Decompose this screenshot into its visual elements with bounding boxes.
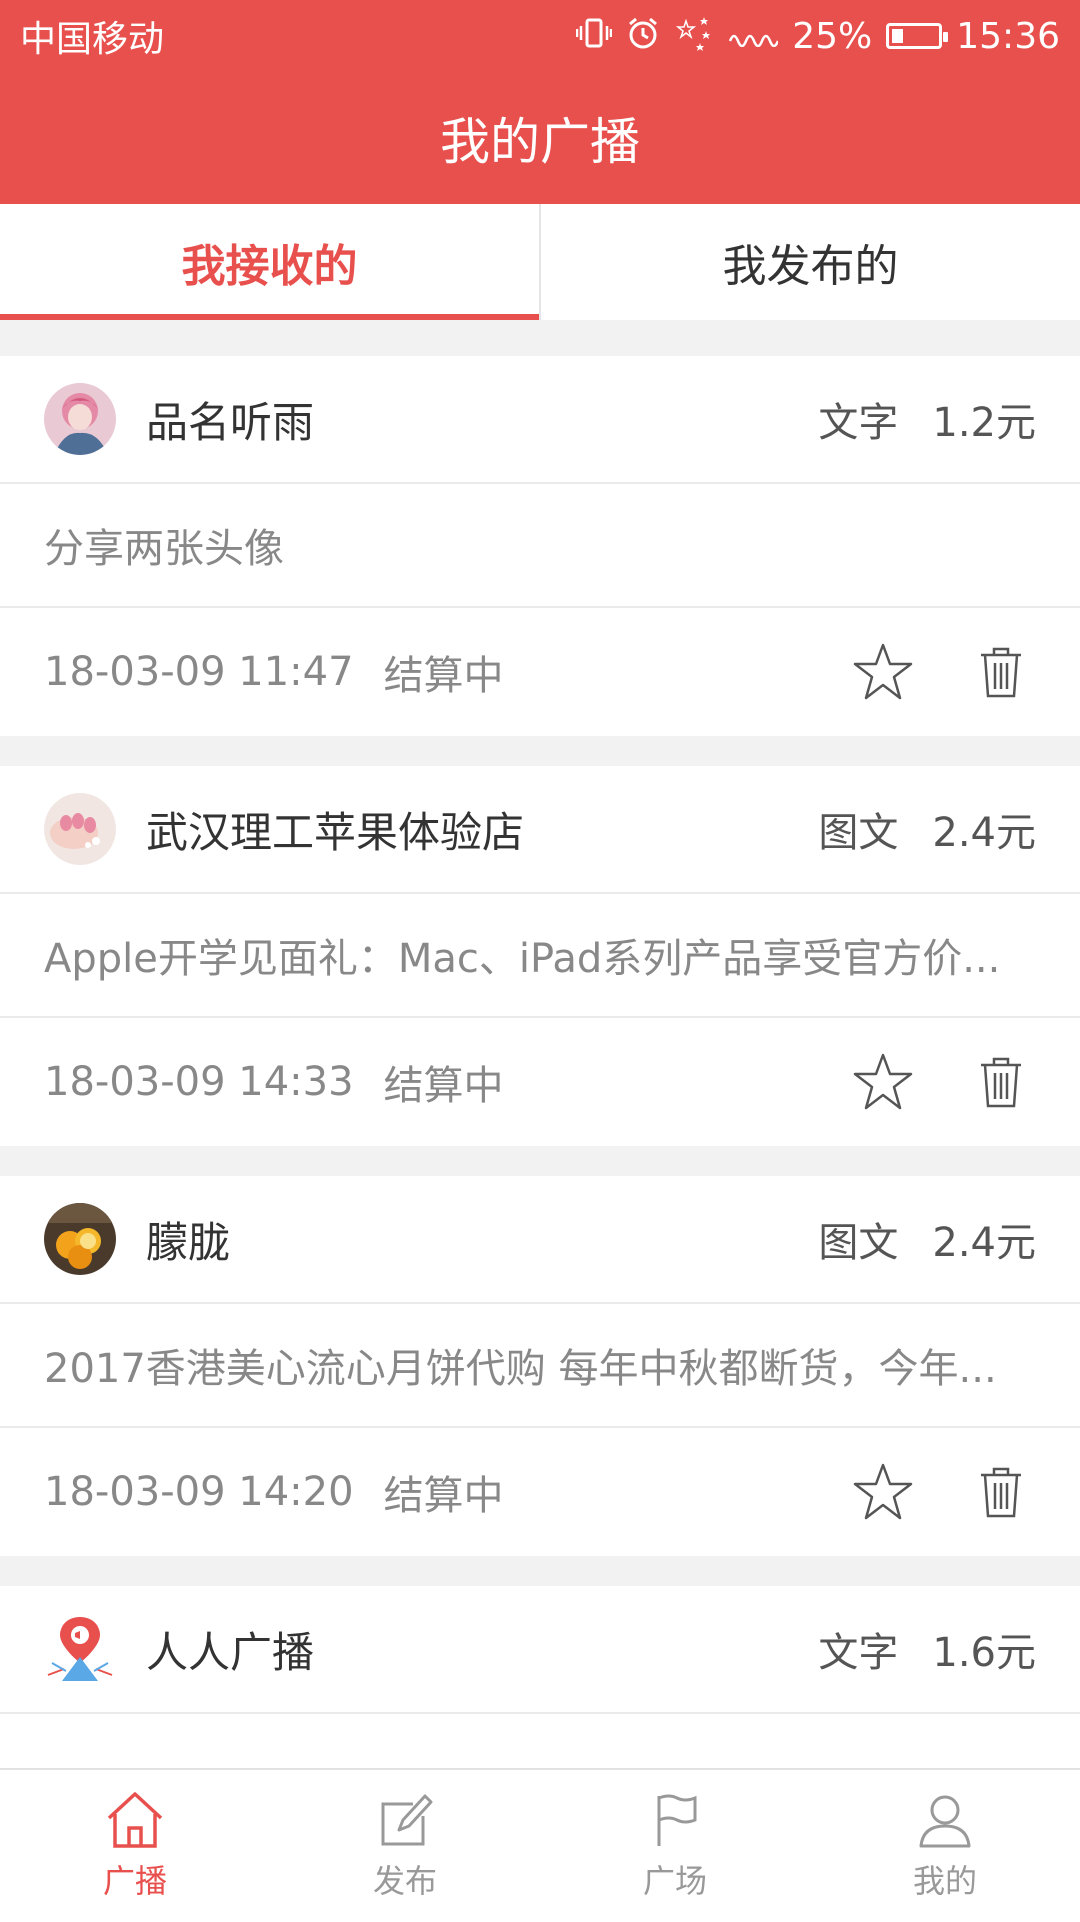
nav-item-square[interactable]: 广场 <box>540 1770 810 1922</box>
sender-name: 朦胧 <box>146 1217 231 1267</box>
tab-received[interactable]: 我接收的 <box>0 204 539 320</box>
card-description[interactable]: Apple开学见面礼：Mac、iPad系列产品享受官方价... <box>0 894 1080 1018</box>
price: 2.4元 <box>932 810 1036 856</box>
status-bar: 中国移动 25% 15:36 <box>0 0 1080 72</box>
battery-percent: 25% <box>792 15 873 57</box>
status-label: 结算中 <box>383 1473 504 1519</box>
broadcast-card[interactable]: 武汉理工苹果体验店 图文 2.4元 Apple开学见面礼：Mac、iPad系列产… <box>0 766 1080 1146</box>
edit-icon <box>381 1794 433 1846</box>
description-text: 分享两张头像 <box>44 526 284 572</box>
carrier-label: 中国移动 <box>20 19 165 60</box>
clock: 15:36 <box>956 15 1060 57</box>
price: 1.6元 <box>932 1630 1036 1676</box>
avatar[interactable] <box>44 383 116 455</box>
status-label: 结算中 <box>383 1063 504 1109</box>
price: 2.4元 <box>932 1220 1036 1266</box>
timestamp: 18-03-09 11:47 <box>44 649 354 695</box>
trash-icon[interactable] <box>966 1457 1036 1527</box>
alarm-icon <box>626 16 660 56</box>
price: 1.2元 <box>932 400 1036 446</box>
tab-received-label: 我接收的 <box>181 241 358 292</box>
content-type: 文字 <box>818 1630 899 1676</box>
vibrate-icon <box>575 16 613 56</box>
card-description[interactable] <box>0 1714 1080 1768</box>
description-text: Apple开学见面礼：Mac、iPad系列产品享受官方价... <box>44 936 1001 982</box>
broadcast-card[interactable]: 朦胧 图文 2.4元 2017香港美心流心月饼代购 每年中秋都断货，今年... … <box>0 1176 1080 1556</box>
card-description[interactable]: 2017香港美心流心月饼代购 每年中秋都断货，今年... <box>0 1304 1080 1428</box>
avatar[interactable] <box>44 1203 116 1275</box>
title-bar: 我的广播 <box>0 72 1080 204</box>
stars-icon <box>674 13 714 59</box>
content-type: 图文 <box>818 1220 899 1266</box>
card-footer: 18-03-09 14:33 结算中 <box>0 1018 1080 1146</box>
trash-icon[interactable] <box>966 637 1036 707</box>
home-icon <box>107 1792 163 1848</box>
card-footer: 18-03-09 14:20 结算中 <box>0 1428 1080 1556</box>
timestamp: 18-03-09 14:33 <box>44 1059 354 1105</box>
broadcast-card[interactable]: 人人广播 文字 1.6元 <box>0 1586 1080 1768</box>
user-icon <box>919 1795 971 1848</box>
battery-icon <box>886 23 949 49</box>
sender-name: 人人广播 <box>146 1627 315 1677</box>
nav-item-mine[interactable]: 我的 <box>810 1770 1080 1922</box>
signal-icon <box>728 19 780 53</box>
sender-name: 品名听雨 <box>146 397 315 447</box>
star-icon[interactable] <box>848 637 918 707</box>
content-type: 文字 <box>818 400 899 446</box>
trash-icon[interactable] <box>966 1047 1036 1117</box>
tab-published[interactable]: 我发布的 <box>539 204 1080 320</box>
nav-label: 我的 <box>912 1862 977 1900</box>
star-icon[interactable] <box>848 1457 918 1527</box>
nav-item-publish[interactable]: 发布 <box>270 1770 540 1922</box>
sender-name: 武汉理工苹果体验店 <box>146 807 525 857</box>
broadcast-card[interactable]: 品名听雨 文字 1.2元 分享两张头像 18-03-09 11:47 结算中 <box>0 356 1080 736</box>
tab-published-label: 我发布的 <box>722 241 899 292</box>
broadcast-list[interactable]: 品名听雨 文字 1.2元 分享两张头像 18-03-09 11:47 结算中 武… <box>0 356 1080 1768</box>
card-header: 人人广播 文字 1.6元 <box>0 1586 1080 1714</box>
nav-label: 广播 <box>102 1862 167 1900</box>
description-text: 2017香港美心流心月饼代购 每年中秋都断货，今年... <box>44 1346 997 1392</box>
bottom-nav: 广播 发布 广场 我的 <box>0 1768 1080 1922</box>
card-footer: 18-03-09 11:47 结算中 <box>0 608 1080 736</box>
avatar[interactable] <box>44 793 116 865</box>
nav-label: 广场 <box>642 1862 707 1900</box>
battery-level <box>892 29 904 43</box>
content-type: 图文 <box>818 810 899 856</box>
status-icons: 25% 15:36 <box>575 13 1060 59</box>
card-header: 品名听雨 文字 1.2元 <box>0 356 1080 484</box>
page-title: 我的广播 <box>440 113 640 171</box>
nav-item-broadcast[interactable]: 广播 <box>0 1770 270 1922</box>
card-header: 武汉理工苹果体验店 图文 2.4元 <box>0 766 1080 894</box>
nav-label: 发布 <box>372 1862 437 1900</box>
avatar[interactable] <box>44 1613 116 1685</box>
star-icon[interactable] <box>848 1047 918 1117</box>
card-description[interactable]: 分享两张头像 <box>0 484 1080 608</box>
flag-icon <box>657 1794 697 1846</box>
tab-bar: 我接收的 我发布的 <box>0 204 1080 320</box>
timestamp: 18-03-09 14:20 <box>44 1469 354 1515</box>
status-label: 结算中 <box>383 653 504 699</box>
card-header: 朦胧 图文 2.4元 <box>0 1176 1080 1304</box>
